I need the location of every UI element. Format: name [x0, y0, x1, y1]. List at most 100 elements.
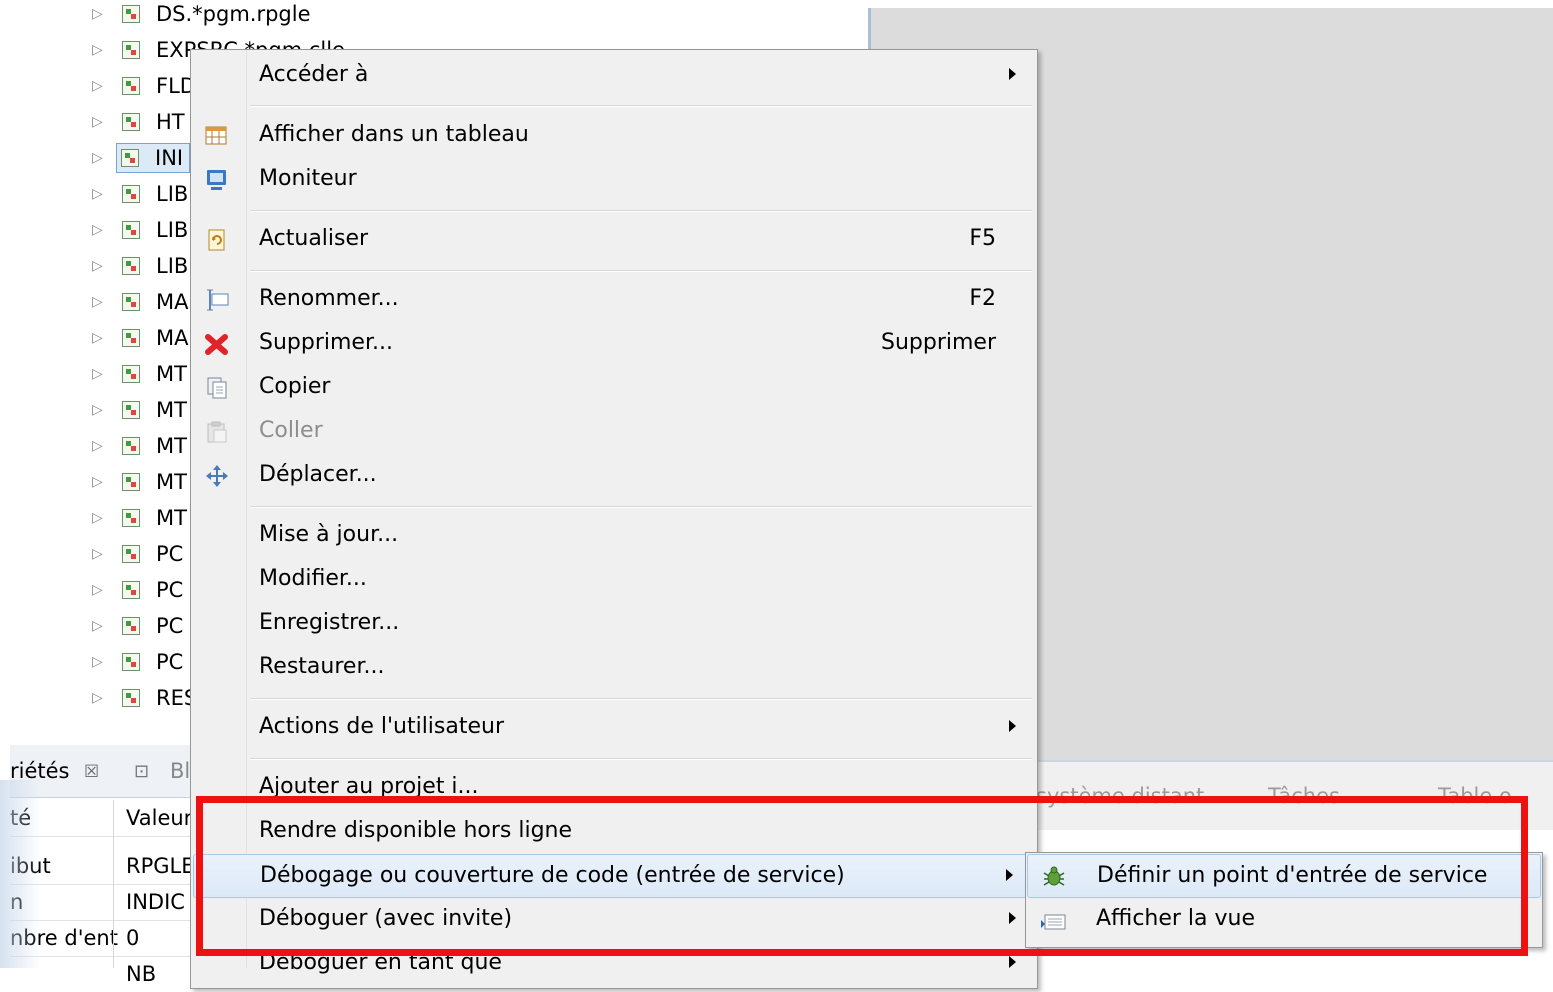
tree-row-label: MT [156, 470, 187, 494]
menu-item-label: Moniteur [259, 166, 357, 191]
expand-icon[interactable]: ▷ [92, 366, 110, 382]
menu-shortcut: F5 [969, 226, 996, 251]
delete-icon [204, 332, 230, 356]
menu-item-label: Coller [259, 418, 323, 443]
selection-highlight: INI [116, 143, 191, 173]
tree-row[interactable]: ▷ LIB [92, 176, 188, 212]
tree-row[interactable]: ▷ MT [92, 428, 187, 464]
highlight-annotation-box [196, 796, 1528, 956]
close-icon[interactable]: ☒ [84, 762, 99, 782]
tree-row[interactable]: ▷ MT [92, 464, 187, 500]
menu-shortcut: Supprimer [880, 330, 996, 355]
menu-item-label: Restaurer... [259, 654, 385, 679]
expand-icon[interactable]: ▷ [92, 42, 110, 58]
expand-icon[interactable]: ▷ [92, 150, 110, 166]
tree-row-label: MT [156, 434, 187, 458]
tree-row[interactable]: ▷ HT [92, 104, 185, 140]
expand-icon[interactable]: ▷ [92, 438, 110, 454]
expand-icon[interactable]: ▷ [92, 402, 110, 418]
menu-item-actions-utilisateur[interactable]: Actions de l'utilisateur [192, 706, 1036, 750]
menu-item-moniteur[interactable]: Moniteur [192, 158, 1036, 202]
submenu-arrow-icon [1009, 720, 1016, 732]
property-value: INDIC [126, 890, 185, 914]
expand-icon[interactable]: ▷ [92, 654, 110, 670]
source-member-icon [122, 473, 140, 491]
expand-icon[interactable]: ▷ [92, 186, 110, 202]
menu-item-modifier[interactable]: Modifier... [192, 558, 1036, 602]
menu-item-acceder[interactable]: Accéder à [192, 54, 1036, 98]
expand-icon[interactable]: ▷ [92, 78, 110, 94]
menu-item-supprimer[interactable]: Supprimer... Supprimer [192, 322, 1036, 366]
source-member-icon [122, 41, 140, 59]
source-member-icon [122, 5, 140, 23]
tree-row[interactable]: ▷ PC [92, 644, 183, 680]
column-divider [113, 800, 114, 968]
menu-item-label: Renommer... [259, 286, 399, 311]
view-icon: ⊡ [134, 761, 150, 782]
tree-row[interactable]: ▷ FLD [92, 68, 196, 104]
menu-item-coller[interactable]: Coller [192, 410, 1036, 454]
tree-row[interactable]: ▷ LIB [92, 212, 188, 248]
column-header-value: Valeur [126, 806, 193, 830]
tree-row[interactable]: ▷ LIB [92, 248, 188, 284]
menu-separator [250, 105, 1032, 107]
refresh-icon [204, 228, 230, 252]
property-value: RPGLE [126, 854, 195, 878]
tree-row[interactable]: ▷ PC [92, 608, 183, 644]
source-member-icon [122, 689, 140, 707]
tree-row[interactable]: ▷ MT [92, 500, 187, 536]
source-member-icon [122, 401, 140, 419]
tree-row[interactable]: ▷ MT [92, 356, 187, 392]
expand-icon[interactable]: ▷ [92, 510, 110, 526]
expand-icon[interactable]: ▷ [92, 546, 110, 562]
tree-row-label: PC [156, 650, 184, 674]
tree-row[interactable]: ▷ MA [92, 284, 188, 320]
tree-row-label: PC [156, 542, 184, 566]
source-member-icon [122, 653, 140, 671]
source-member-icon [122, 581, 140, 599]
menu-item-label: Actualiser [259, 226, 369, 251]
menu-item-label: Modifier... [259, 566, 367, 591]
menu-item-label: Accéder à [259, 62, 369, 87]
source-member-icon [122, 257, 140, 275]
window-edge [0, 780, 40, 968]
move-icon [204, 464, 230, 488]
menu-item-mise-a-jour[interactable]: Mise à jour... [192, 514, 1036, 558]
menu-item-enregistrer[interactable]: Enregistrer... [192, 602, 1036, 646]
expand-icon[interactable]: ▷ [92, 330, 110, 346]
expand-icon[interactable]: ▷ [92, 690, 110, 706]
expand-icon[interactable]: ▷ [92, 294, 110, 310]
menu-item-label: Afficher dans un tableau [259, 122, 529, 147]
tree-row[interactable]: ▷ MT [92, 392, 187, 428]
menu-item-label: Copier [259, 374, 331, 399]
menu-item-restaurer[interactable]: Restaurer... [192, 646, 1036, 690]
expand-icon[interactable]: ▷ [92, 258, 110, 274]
tree-row-label: MA [156, 290, 189, 314]
expand-icon[interactable]: ▷ [92, 222, 110, 238]
tree-row-label: MA [156, 326, 189, 350]
menu-item-actualiser[interactable]: Actualiser F5 [192, 218, 1036, 262]
source-member-icon [122, 617, 140, 635]
expand-icon[interactable]: ▷ [92, 474, 110, 490]
submenu-arrow-icon [1009, 956, 1016, 968]
expand-icon[interactable]: ▷ [92, 114, 110, 130]
expand-icon[interactable]: ▷ [92, 582, 110, 598]
tree-row[interactable]: ▷ MA [92, 320, 188, 356]
menu-shortcut: F2 [969, 286, 996, 311]
menu-item-copier[interactable]: Copier [192, 366, 1036, 410]
tree-row[interactable]: ▷ PC [92, 572, 183, 608]
source-member-icon [122, 437, 140, 455]
expand-icon[interactable]: ▷ [92, 618, 110, 634]
tree-row[interactable]: ▷ PC [92, 536, 183, 572]
menu-item-renommer[interactable]: Renommer... F2 [192, 278, 1036, 322]
tree-row[interactable]: ▷ RES [92, 680, 197, 716]
menu-item-deplacer[interactable]: Déplacer... [192, 454, 1036, 498]
tree-row-label: LIB [156, 218, 189, 242]
source-member-icon [122, 185, 140, 203]
tab-second[interactable]: Bl [170, 759, 190, 783]
expand-icon[interactable]: ▷ [92, 6, 110, 22]
tree-row[interactable]: ▷ DS.*pgm.rpgle [92, 0, 311, 32]
table-icon [204, 124, 230, 148]
menu-item-afficher-tableau[interactable]: Afficher dans un tableau [192, 114, 1036, 158]
tree-row-selected[interactable]: ▷ INI [92, 140, 191, 176]
